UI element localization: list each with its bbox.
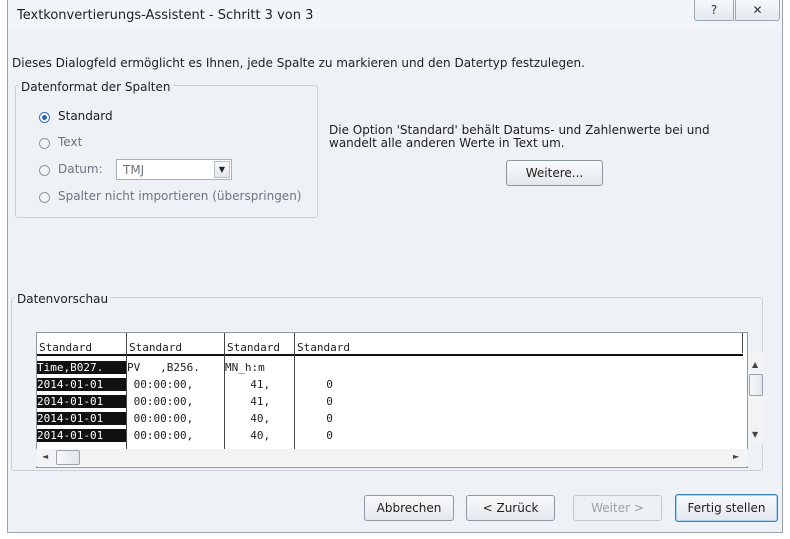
- vertical-scrollbar[interactable]: ▲ ▼: [748, 352, 764, 444]
- radio-standard[interactable]: [39, 112, 50, 123]
- radio-standard-label[interactable]: Standard: [58, 109, 113, 123]
- table-cell[interactable]: 00:00:00,: [127, 412, 194, 425]
- table-cell[interactable]: 2014-01-01: [37, 395, 126, 408]
- radio-date[interactable]: [39, 165, 50, 176]
- table-cell[interactable]: 40,: [237, 412, 270, 425]
- table-cell[interactable]: 2014-01-01: [37, 378, 126, 391]
- table-cell[interactable]: 2014-01-01: [37, 429, 126, 442]
- data-preview-table[interactable]: Standard Standard Standard Standard Time…: [36, 332, 748, 468]
- date-format-select[interactable]: TMJ ▼: [116, 159, 232, 180]
- column-divider: [294, 333, 295, 461]
- table-cell[interactable]: 40,: [237, 429, 270, 442]
- scroll-up-icon[interactable]: ▲: [752, 360, 758, 369]
- data-preview-label: Datenvorschau: [15, 292, 111, 306]
- table-cell[interactable]: Time,B027.: [37, 361, 126, 374]
- table-cell[interactable]: 00:00:00,: [127, 378, 194, 391]
- column-divider: [224, 333, 225, 461]
- column-format-label: Datenformat der Spalten: [19, 80, 173, 94]
- more-button[interactable]: Weitere...: [506, 160, 603, 186]
- column-divider: [742, 333, 743, 353]
- horizontal-scrollbar[interactable]: ◄ ►: [36, 449, 748, 466]
- help-button[interactable]: ?: [694, 0, 734, 21]
- column-header[interactable]: Standard: [227, 341, 280, 354]
- scroll-left-icon[interactable]: ◄: [42, 452, 48, 461]
- finish-button[interactable]: Fertig stellen: [675, 494, 778, 522]
- info-text: Die Option 'Standard' behält Datums- und…: [329, 123, 710, 150]
- date-format-value: TMJ: [123, 163, 145, 177]
- chevron-down-icon[interactable]: ▼: [214, 161, 230, 178]
- horizontal-scroll-thumb[interactable]: [56, 450, 80, 465]
- dialog-description: Dieses Dialogfeld ermöglicht es Ihnen, j…: [12, 56, 585, 70]
- scroll-right-icon[interactable]: ►: [733, 452, 739, 461]
- window-title: Textkonvertierungs-Assistent - Schritt 3…: [17, 8, 314, 23]
- column-header[interactable]: Standard: [129, 341, 182, 354]
- table-cell[interactable]: 41,: [237, 395, 270, 408]
- column-header[interactable]: Standard: [39, 341, 92, 354]
- next-button[interactable]: Weiter >: [573, 495, 662, 521]
- preview-header-row: Standard Standard Standard Standard: [37, 341, 743, 356]
- cancel-button[interactable]: Abbrechen: [364, 495, 454, 521]
- radio-date-label[interactable]: Datum:: [58, 162, 103, 176]
- radio-skip-column[interactable]: [39, 192, 50, 203]
- radio-text[interactable]: [39, 138, 50, 149]
- vertical-scroll-thumb[interactable]: [749, 374, 763, 396]
- back-button[interactable]: < Zurück: [466, 495, 555, 521]
- table-cell[interactable]: 00:00:00,: [127, 395, 194, 408]
- radio-skip-column-label[interactable]: Spalter nicht importieren (überspringen): [58, 189, 301, 203]
- table-cell[interactable]: MN_h:m: [225, 361, 265, 374]
- table-cell[interactable]: 0: [313, 412, 333, 425]
- column-header[interactable]: Standard: [297, 341, 350, 354]
- table-cell[interactable]: 2014-01-01: [37, 412, 126, 425]
- table-cell[interactable]: 00:00:00,: [127, 429, 194, 442]
- table-cell[interactable]: PV ,B256.: [127, 361, 200, 374]
- table-cell[interactable]: 0: [313, 378, 333, 391]
- scroll-down-icon[interactable]: ▼: [752, 430, 758, 439]
- table-cell[interactable]: 0: [313, 395, 333, 408]
- table-cell[interactable]: 41,: [237, 378, 270, 391]
- close-button[interactable]: ✕: [735, 0, 780, 21]
- radio-text-label[interactable]: Text: [58, 135, 82, 149]
- table-cell[interactable]: 0: [313, 429, 333, 442]
- title-bar: Textkonvertierungs-Assistent - Schritt 3…: [8, 0, 782, 30]
